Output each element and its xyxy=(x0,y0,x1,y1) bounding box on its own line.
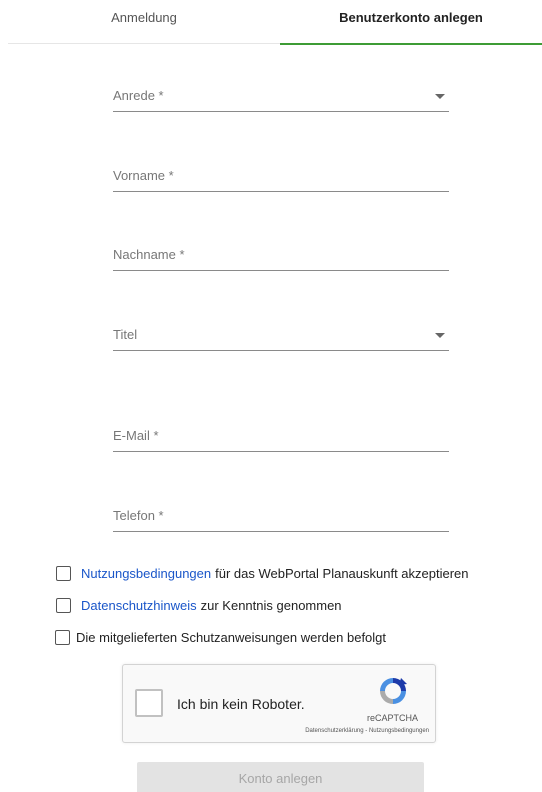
firstname-label: Vorname * xyxy=(113,168,174,183)
recaptcha-brand: reCAPTCHA xyxy=(367,713,419,723)
tab-bar: Anmeldung Benutzerkonto anlegen xyxy=(8,0,542,45)
title-select[interactable]: Titel xyxy=(113,323,449,351)
phone-label: Telefon * xyxy=(113,508,164,523)
firstname-field[interactable]: Vorname * xyxy=(113,164,449,192)
chevron-down-icon xyxy=(435,333,445,338)
register-page: Anmeldung Benutzerkonto anlegen Anrede *… xyxy=(0,0,542,792)
recaptcha-checkbox[interactable] xyxy=(135,689,163,717)
title-label: Titel xyxy=(113,327,138,342)
recaptcha-label: Ich bin kein Roboter. xyxy=(177,696,305,712)
recaptcha-terms-link[interactable]: Nutzungsbedingungen xyxy=(369,728,429,734)
salutation-select[interactable]: Anrede * xyxy=(113,84,449,112)
privacy-row: Datenschutzhinweis zur Kenntnis genommen xyxy=(56,596,342,614)
active-tab-indicator xyxy=(280,43,542,45)
protection-checkbox[interactable] xyxy=(55,629,70,645)
protection-row: Die mitgelieferten Schutzanweisungen wer… xyxy=(55,628,386,646)
terms-link[interactable]: Nutzungsbedingungen xyxy=(81,566,211,581)
recaptcha-legal: Datenschutzerklärung - Nutzungsbedingung… xyxy=(305,728,429,734)
privacy-text: zur Kenntnis genommen xyxy=(200,597,342,613)
recaptcha-logo-icon xyxy=(380,678,407,704)
tab-login-label: Anmeldung xyxy=(111,10,177,25)
phone-field[interactable]: Telefon * xyxy=(113,504,449,532)
recaptcha-privacy-link[interactable]: Datenschutzerklärung xyxy=(305,728,363,734)
terms-text: für das WebPortal Planauskunft akzeptier… xyxy=(215,565,469,581)
privacy-checkbox[interactable] xyxy=(56,597,71,613)
protection-text: Die mitgelieferten Schutzanweisungen wer… xyxy=(76,629,387,645)
tab-login[interactable]: Anmeldung xyxy=(8,0,280,44)
lastname-field[interactable]: Nachname * xyxy=(113,243,449,271)
terms-row: Nutzungsbedingungen für das WebPortal Pl… xyxy=(56,564,469,582)
recaptcha-widget: Ich bin kein Roboter. reCAPTCHA Datensch… xyxy=(122,664,436,743)
tab-register-label: Benutzerkonto anlegen xyxy=(339,10,483,25)
salutation-label: Anrede * xyxy=(113,88,164,103)
tab-register[interactable]: Benutzerkonto anlegen xyxy=(280,0,542,45)
email-field[interactable]: E-Mail * xyxy=(113,424,449,452)
lastname-label: Nachname * xyxy=(113,247,185,262)
chevron-down-icon xyxy=(435,94,445,99)
email-label: E-Mail * xyxy=(113,428,159,443)
privacy-link[interactable]: Datenschutzhinweis xyxy=(81,598,197,613)
create-account-button[interactable]: Konto anlegen xyxy=(137,762,424,792)
terms-checkbox[interactable] xyxy=(56,565,71,581)
